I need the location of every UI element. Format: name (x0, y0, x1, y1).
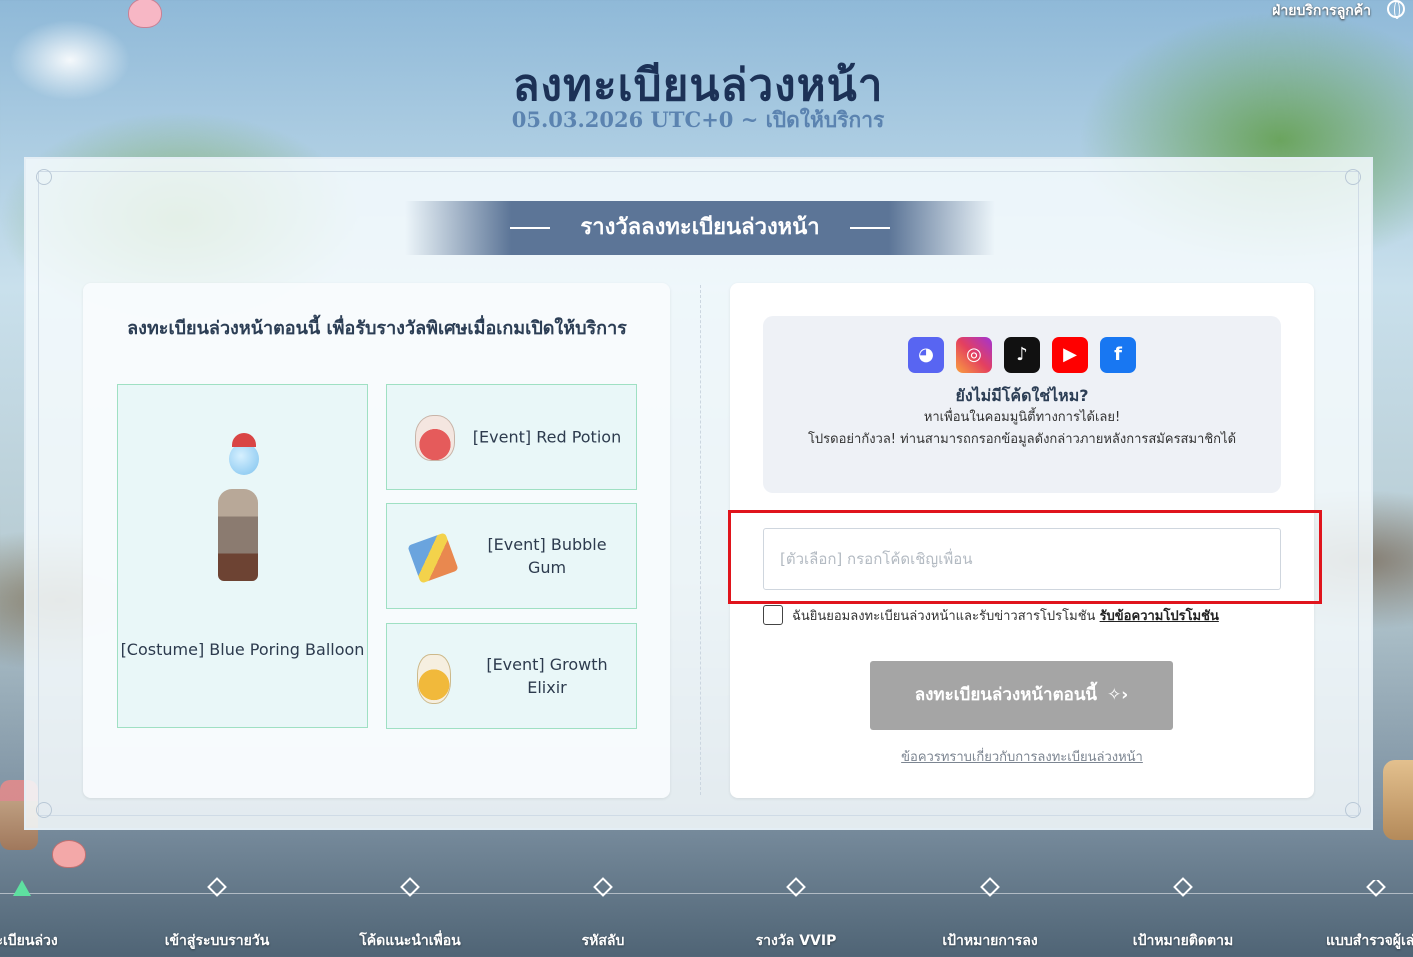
nav-label: โค้ดแนะนำเพื่อน (359, 933, 461, 949)
corner-ornament-icon (1345, 802, 1361, 818)
nav-item-pre-register[interactable]: ทะเบียนล่วง (0, 880, 112, 952)
pre-register-button[interactable]: ลงทะเบียนล่วงหน้าตอนนี้ ✧› (870, 661, 1173, 730)
nav-label: ทะเบียนล่วง (0, 933, 58, 949)
reward-item-growth-elixir: [Event] Growth Elixir (386, 623, 637, 729)
nav-item-daily-login[interactable]: เข้าสู่ระบบรายวัน (127, 877, 307, 952)
invite-code-input[interactable] (763, 528, 1281, 590)
nav-label: รหัสลับ (581, 933, 625, 949)
nav-item-player-survey[interactable]: แบบสำรวจผู้เล่ (1286, 880, 1413, 952)
rewards-heading: ลงทะเบียนล่วงหน้าตอนนี้ เพื่อรับรางวัลพิ… (127, 318, 627, 339)
consent-text: ฉันยินยอมลงทะเบียนล่วงหน้าและรับข่าวสารโ… (792, 609, 1096, 624)
page-subtitle: 05.03.2026 UTC+0 ~ เปิดให้บริการ (511, 107, 885, 132)
nav-label: แบบสำรวจผู้เล่ (1326, 933, 1413, 949)
sparkle-right-icon (850, 227, 890, 229)
section-banner: รางวัลลงทะเบียนล่วงหน้า (405, 201, 995, 255)
diamond-icon (1366, 880, 1386, 897)
sparkle-arrow-icon: ✧› (1107, 685, 1129, 705)
community-title: ยังไม่มีโค้ดใช่ไหม? (955, 386, 1089, 405)
santa-hat-icon (232, 433, 256, 447)
language-globe-icon[interactable] (1387, 0, 1405, 19)
reward-label: [Event] Bubble Gum (487, 535, 607, 577)
nav-label: รางวัล VVIP (755, 933, 837, 949)
consent-label: ฉันยินยอมลงทะเบียนล่วงหน้าและรับข่าวสารโ… (792, 605, 1219, 626)
pre-register-notice-link[interactable]: ข้อควรทราบเกี่ยวกับการลงทะเบียนล่วงหน้า (0, 746, 1413, 767)
reward-item-blue-poring-balloon: [Costume] Blue Poring Balloon (117, 384, 368, 728)
nav-label: เป้าหมายติดตาม (1132, 933, 1234, 949)
poring-decoration (128, 0, 162, 28)
reward-item-bubble-gum: [Event] Bubble Gum (386, 503, 637, 609)
nav-item-registration-goal[interactable]: เป้าหมายการลง (900, 877, 1080, 952)
corner-ornament-icon (36, 802, 52, 818)
active-nav-icon (13, 880, 31, 896)
diamond-icon (593, 877, 613, 897)
reward-item-red-potion: [Event] Red Potion (386, 384, 637, 490)
nav-item-follow-goal[interactable]: เป้าหมายติดตาม (1093, 877, 1273, 952)
consent-checkbox[interactable] (763, 605, 783, 625)
diamond-icon (207, 877, 227, 897)
discord-icon[interactable]: ◕ (908, 337, 944, 373)
diamond-icon (400, 877, 420, 897)
character-decoration (1383, 760, 1413, 840)
customer-service-link[interactable]: ฝ่ายบริการลูกค้า (1272, 0, 1371, 22)
diamond-icon (786, 877, 806, 897)
nav-item-vvip-reward[interactable]: รางวัล VVIP (706, 877, 886, 952)
section-title: รางวัลลงทะเบียนล่วงหน้า (580, 215, 820, 240)
community-line-1: หาเพื่อนในคอมมูนิตี้ทางการได้เลย! (923, 410, 1121, 425)
community-description: หาเพื่อนในคอมมูนิตี้ทางการได้เลย! โปรดอย… (803, 407, 1241, 451)
tiktok-icon[interactable]: ♪ (1004, 337, 1040, 373)
reward-label: [Event] Growth Elixir (486, 655, 608, 697)
reward-label: [Costume] Blue Poring Balloon (120, 640, 365, 659)
community-line-2: โปรดอย่ากังวล! ท่านสามารถกรอกข้อมูลดังกล… (807, 432, 1237, 447)
reward-label: [Event] Red Potion (472, 427, 622, 447)
red-potion-icon (415, 415, 455, 461)
diamond-icon (1173, 877, 1193, 897)
section-divider (700, 285, 701, 795)
social-links: ◕ ◎ ♪ ▶ f (763, 337, 1281, 373)
bubble-gum-icon (407, 532, 459, 584)
pre-register-label: ลงทะเบียนล่วงหน้าตอนนี้ (914, 685, 1098, 705)
corner-ornament-icon (1345, 169, 1361, 185)
nav-item-referral-code[interactable]: โค้ดแนะนำเพื่อน (320, 877, 500, 952)
facebook-icon[interactable]: f (1100, 337, 1136, 373)
nav-item-secret-code[interactable]: รหัสลับ (513, 877, 693, 952)
community-box: ◕ ◎ ♪ ▶ f ยังไม่มีโค้ดใช่ไหม? หาเพื่อนใน… (763, 316, 1281, 493)
poring-decoration (52, 840, 86, 868)
character-costume-icon (218, 489, 258, 581)
instagram-icon[interactable]: ◎ (956, 337, 992, 373)
nav-label: เป้าหมายการลง (942, 933, 1038, 949)
diamond-icon (980, 877, 1000, 897)
nav-label: เข้าสู่ระบบรายวัน (164, 933, 270, 949)
sparkle-left-icon (510, 227, 550, 229)
growth-elixir-icon (417, 654, 451, 704)
youtube-icon[interactable]: ▶ (1052, 337, 1088, 373)
promotion-link[interactable]: รับข้อความโปรโมชัน (1100, 609, 1219, 624)
blue-poring-balloon-icon (229, 443, 259, 475)
corner-ornament-icon (36, 169, 52, 185)
